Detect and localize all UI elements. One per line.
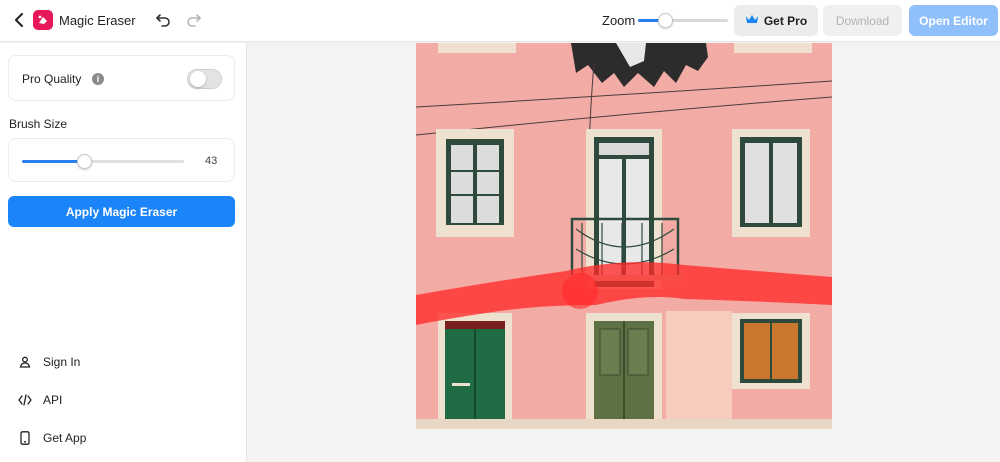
back-arrow-icon[interactable] xyxy=(10,10,28,30)
app-title: Magic Eraser xyxy=(59,13,136,28)
editor-canvas[interactable] xyxy=(248,43,1000,462)
pro-quality-label: Pro Quality xyxy=(22,72,82,86)
sign-in-link[interactable]: Sign In xyxy=(18,352,80,372)
app-logo-icon xyxy=(33,10,53,30)
crown-icon xyxy=(745,13,759,28)
building-photo[interactable] xyxy=(416,43,832,429)
phone-icon xyxy=(18,431,32,445)
redo-icon[interactable] xyxy=(185,11,203,29)
api-link[interactable]: API xyxy=(18,390,62,410)
get-pro-label: Get Pro xyxy=(763,13,808,28)
brush-size-slider-fill xyxy=(22,160,84,163)
zoom-slider-thumb[interactable] xyxy=(658,13,673,28)
apply-magic-eraser-button[interactable]: Apply Magic Eraser xyxy=(8,196,235,227)
toggle-knob xyxy=(190,71,206,87)
user-icon xyxy=(18,355,32,369)
zoom-label: Zoom xyxy=(602,13,636,28)
sidebar: Pro Quality i Brush Size 43 Apply Magic … xyxy=(0,43,247,462)
api-label: API xyxy=(43,393,63,407)
undo-icon[interactable] xyxy=(154,11,172,29)
open-editor-button[interactable]: Open Editor xyxy=(909,5,998,36)
download-button[interactable]: Download xyxy=(823,5,902,36)
pro-quality-toggle[interactable] xyxy=(187,69,222,89)
brush-size-slider-thumb[interactable] xyxy=(76,154,92,169)
pro-quality-card: Pro Quality i xyxy=(8,55,235,101)
get-pro-button[interactable]: Get Pro xyxy=(734,5,818,36)
code-icon xyxy=(18,393,32,407)
brush-size-label: Brush Size xyxy=(9,117,68,131)
info-icon[interactable]: i xyxy=(92,73,104,85)
top-bar: Magic Eraser Zoom Get Pro Download Open … xyxy=(0,0,1000,42)
get-app-label: Get App xyxy=(43,431,87,445)
sign-in-label: Sign In xyxy=(43,355,81,369)
get-app-link[interactable]: Get App xyxy=(18,428,86,448)
brush-size-slider[interactable] xyxy=(22,154,184,169)
zoom-slider[interactable] xyxy=(638,13,728,28)
brush-size-value: 43 xyxy=(205,155,218,167)
brush-size-card: 43 xyxy=(8,138,235,182)
